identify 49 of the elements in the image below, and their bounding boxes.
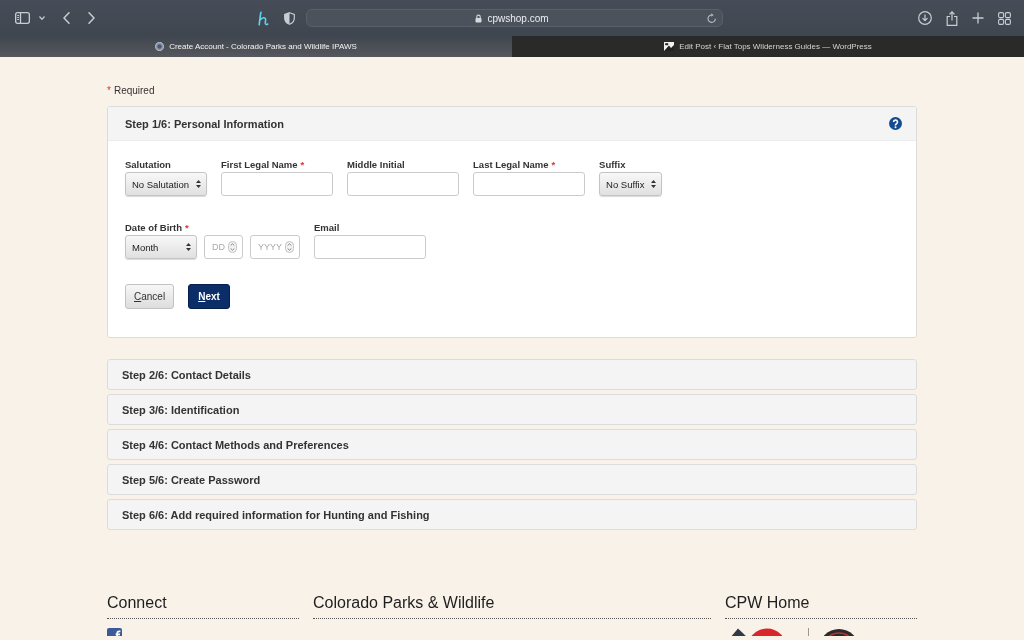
field-label: First Legal Name * (221, 158, 306, 172)
plus-icon[interactable] (972, 12, 984, 24)
tab-grid-icon[interactable] (998, 11, 1011, 25)
seal-icon (155, 42, 165, 51)
footer-heading: CPW Home (725, 593, 917, 619)
dropdown[interactable]: Month (125, 235, 197, 259)
back-icon[interactable] (63, 12, 70, 24)
stepper-icon[interactable] (285, 241, 294, 253)
text-field[interactable] (473, 172, 586, 196)
reload-icon[interactable] (707, 12, 717, 24)
step-header[interactable]: Step 4/6: Contact Methods and Preferences (107, 429, 917, 460)
dropdown[interactable]: No Salutation (125, 172, 208, 196)
social-icon[interactable] (107, 628, 122, 636)
field-label: Salutation (125, 158, 172, 172)
cancel-button[interactable]: Cancel (125, 284, 175, 309)
footer-heading: Connect (107, 593, 299, 619)
stepper-icon[interactable] (228, 241, 237, 253)
step-header[interactable]: Step 2/6: Contact Details (107, 359, 917, 390)
dropdown[interactable]: No Suffix (599, 172, 663, 196)
field-label: Last Legal Name * (473, 158, 557, 172)
text-field[interactable] (347, 172, 460, 196)
step-header[interactable]: Step 1/6: Personal Information (108, 107, 916, 141)
field-label: Suffix (599, 158, 627, 172)
step-header[interactable]: Step 5/6: Create Password (107, 464, 917, 495)
text-field[interactable] (314, 235, 426, 259)
shield-icon[interactable] (284, 11, 295, 25)
help-icon[interactable] (889, 117, 902, 130)
forward-icon[interactable] (88, 12, 95, 24)
text-field[interactable] (221, 172, 334, 196)
field-label: Email (314, 221, 341, 235)
field-label: Middle Initial (347, 158, 406, 172)
updown-caret-icon (651, 180, 657, 188)
field-label: Date of Birth * (125, 221, 190, 235)
browser-tab[interactable]: Create Account - Colorado Parks and Wildlife IPAWS (0, 36, 512, 57)
step-header[interactable]: Step 3/6: Identification (107, 394, 917, 425)
download-icon[interactable] (918, 11, 932, 25)
step-header[interactable]: Step 6/6: Add required information for Hunting and Fishing (107, 499, 917, 530)
required-legend: * Required (107, 85, 917, 97)
lock-icon (475, 13, 483, 23)
chevron-down-icon[interactable] (39, 16, 45, 20)
footer-heading: Colorado Parks & Wildlife (313, 593, 711, 619)
extension-icon[interactable] (257, 10, 269, 26)
next-button[interactable]: Next (188, 284, 230, 309)
site-logo-icon (664, 42, 675, 51)
updown-caret-icon (186, 243, 191, 251)
sidebar-icon[interactable] (15, 12, 30, 24)
updown-caret-icon (196, 180, 202, 188)
address-field[interactable]: cpwshop.com (306, 9, 723, 27)
share-icon[interactable] (946, 10, 958, 26)
